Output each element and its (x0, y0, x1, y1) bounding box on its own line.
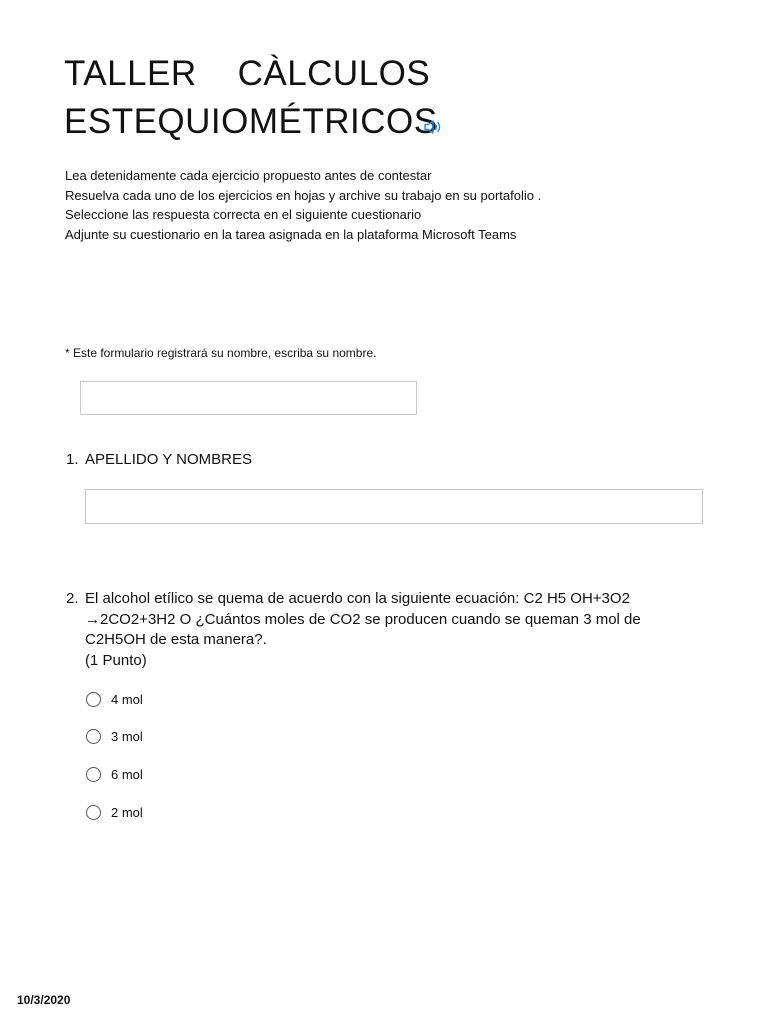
question-1-answer-input[interactable] (85, 489, 703, 524)
radio-button[interactable] (86, 691, 101, 707)
option-label: 3 mol (111, 728, 143, 744)
instruction-line: Resuelva cada uno de los ejercicios en h… (65, 187, 542, 203)
instruction-line: Seleccione las respuesta correcta en el … (65, 207, 422, 222)
form-title-line-1: TALLER CÀLCULOS (64, 54, 431, 93)
question-number: 1. (66, 451, 79, 468)
option-3-mol[interactable]: 3 mol (86, 726, 143, 746)
option-2-mol[interactable]: 2 mol (86, 802, 143, 822)
speaker-icon-graphic (424, 120, 441, 134)
option-label: 2 mol (111, 804, 143, 820)
option-label: 4 mol (111, 691, 143, 707)
form-title-line-2: ESTEQUIOMÉTRICOS (64, 102, 438, 141)
radio-button[interactable] (86, 728, 101, 744)
question-text-line: →2CO2+3H2 O ¿Cuántos moles de CO2 se pro… (85, 610, 641, 628)
name-input[interactable] (80, 381, 417, 415)
question-text-line: APELLIDO Y NOMBRES (85, 451, 253, 468)
instruction-line: Lea detenidamente cada ejercicio propues… (65, 168, 432, 183)
instruction-line: Adjunte su cuestionario en la tarea asig… (65, 226, 517, 242)
question-1: 1. APELLIDO Y NOMBRES (66, 450, 686, 471)
form-title: TALLER CÀLCULOS ESTEQUIOMÉTRICOS (64, 50, 484, 146)
radio-button[interactable] (86, 766, 101, 782)
name-recording-notice: * Este formulario registrará su nombre, … (65, 346, 377, 360)
question-points: (1 Punto) (85, 651, 147, 669)
question-text-line: El alcohol etílico se quema de acuerdo c… (85, 590, 630, 607)
speaker-icon[interactable] (422, 116, 444, 138)
question-text: APELLIDO Y NOMBRES (66, 450, 686, 471)
question-text: El alcohol etílico se quema de acuerdo c… (66, 589, 696, 671)
question-number: 2. (66, 590, 79, 607)
question-text-line: C2H5OH de esta manera?. (85, 631, 267, 648)
option-label: 6 mol (111, 766, 143, 782)
option-6-mol[interactable]: 6 mol (86, 764, 143, 784)
option-4-mol[interactable]: 4 mol (86, 689, 143, 709)
radio-button[interactable] (86, 804, 101, 820)
instructions: Lea detenidamente cada ejercicio propues… (65, 166, 705, 244)
question-2: 2. El alcohol etílico se quema de acuerd… (66, 589, 696, 671)
print-date: 10/3/2020 (17, 993, 71, 1007)
